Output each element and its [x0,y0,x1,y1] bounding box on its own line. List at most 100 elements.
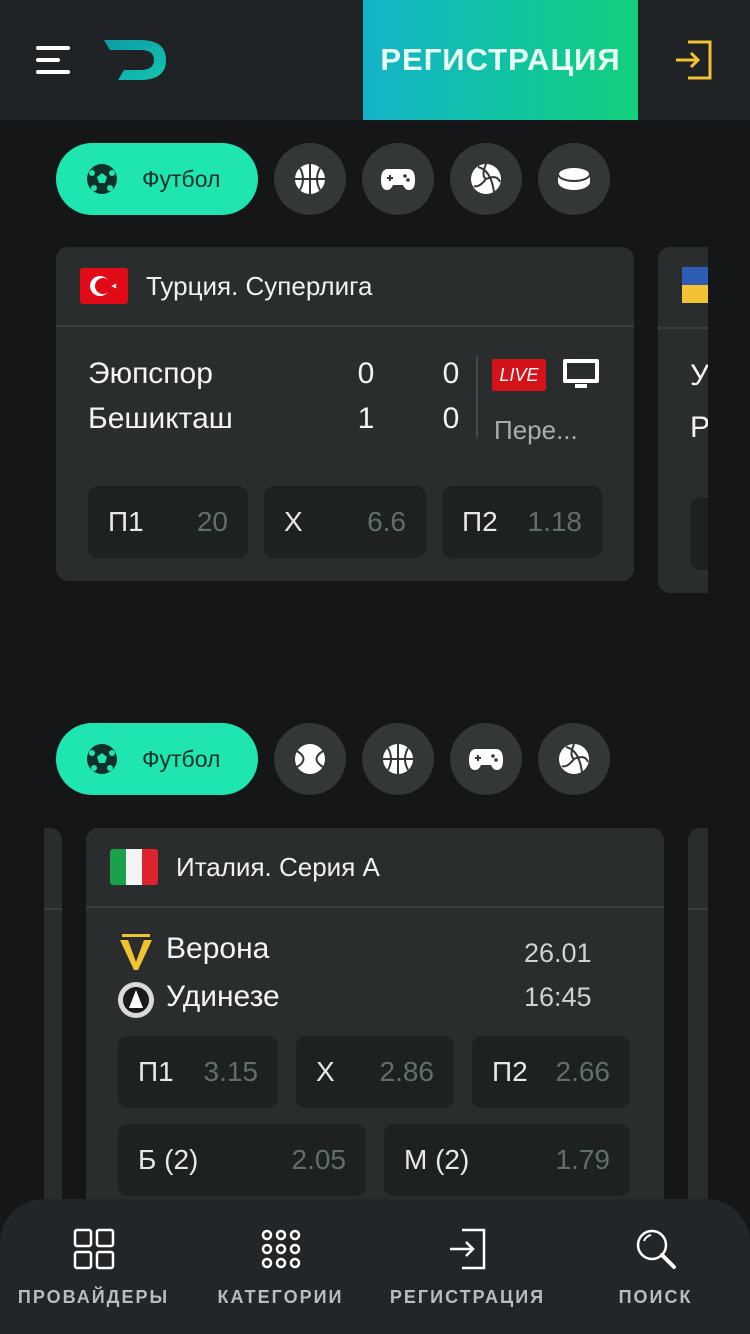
odd-p2[interactable]: П2 1.18 [442,486,602,558]
soccer-ball-icon [87,164,117,194]
chip-label: Футбол [142,745,221,772]
tennis-ball-icon [295,744,325,774]
match-card-next[interactable] [688,828,708,1208]
top-header: РЕГИСТРАЦИЯ [0,0,750,120]
odd-value: 2.05 [291,1144,347,1175]
nav-search[interactable]: ПОИСК [562,1199,749,1334]
ukraine-flag-icon [682,267,708,303]
basketball-icon [383,744,413,774]
login-icon [676,40,712,80]
score-away-period: 0 [442,402,460,435]
match-card-prev[interactable] [44,828,62,1208]
odd-label: П1 [138,1056,174,1087]
divider [44,908,62,910]
score-away-total: 1 [357,402,375,435]
chip-football[interactable]: Футбол [56,723,258,795]
odd-value: 3.15 [203,1056,259,1087]
chip-label: Футбол [142,165,221,192]
team-home: Верона [166,932,270,965]
login-icon [449,1228,485,1270]
team-away: Бешикташ [88,402,233,435]
italy-flag-icon [110,849,158,885]
odd-value: 1.18 [527,506,583,537]
udinese-logo-icon [118,982,154,1018]
team-away: Удинезе [166,980,280,1013]
team-home: Эюпспор [88,357,213,390]
nav-label: РЕГИСТРАЦИЯ [389,1287,546,1307]
score-home-total: 0 [357,357,375,390]
odd-p1[interactable] [690,498,708,570]
bottom-navigation: ПРОВАЙДЕРЫ КАТЕГОРИИ РЕГИСТРАЦИЯ ПОИСК [0,1199,750,1334]
gamepad-icon [381,169,415,190]
chip-esports[interactable] [450,723,522,795]
match-card-next[interactable]: У Р [658,247,708,593]
nav-label: КАТЕГОРИИ [217,1287,344,1307]
nav-label: ПРОВАЙДЕРЫ [17,1287,170,1307]
divider [476,357,478,437]
turkey-flag-icon [80,268,128,304]
odd-value: 20 [196,506,228,537]
hockey-puck-icon [557,166,591,190]
volleyball-icon [471,163,501,194]
chip-volleyball[interactable] [538,723,610,795]
soccer-ball-icon [87,744,117,774]
odd-value: 2.86 [379,1056,435,1087]
score-home-period: 0 [442,357,460,390]
match-card[interactable]: Италия. Серия А Верона Удинезе 26.01 16:… [86,828,664,1208]
chip-tennis[interactable] [274,723,346,795]
nav-categories[interactable]: КАТЕГОРИИ [187,1199,374,1334]
login-button[interactable] [638,0,750,120]
odd-x[interactable]: X 6.6 [264,486,426,558]
broadcast-icon[interactable] [562,358,600,390]
search-icon [636,1229,676,1269]
verona-logo-icon [120,934,152,970]
odd-value: 2.66 [555,1056,611,1087]
team-away: Р [690,411,708,444]
sport-filter-bar: Футбол [56,143,610,215]
divider [688,908,708,910]
chip-esports[interactable] [362,143,434,215]
nav-providers[interactable]: ПРОВАЙДЕРЫ [0,1199,187,1334]
league-header: Италия. Серия А [86,828,664,908]
odd-x[interactable]: X 2.86 [296,1036,454,1108]
menu-icon[interactable] [36,46,70,74]
odd-label: X [284,506,303,537]
league-name: Италия. Серия А [176,851,380,882]
gamepad-icon [469,749,503,770]
dots-grid-icon [261,1229,300,1269]
odd-p1[interactable]: П1 20 [88,486,248,558]
logo-icon[interactable] [100,34,170,86]
league-header: Турция. Суперлига [56,247,634,327]
league-name: Турция. Суперлига [146,270,373,301]
match-card[interactable]: Турция. Суперлига Эюпспор Бешикташ 0 0 1… [56,247,634,581]
odd-total-over[interactable]: Б (2) 2.05 [118,1124,366,1196]
register-button[interactable]: РЕГИСТРАЦИЯ [363,0,638,120]
nav-label: ПОИСК [618,1287,693,1307]
odd-value: 6.6 [367,506,406,537]
nav-register[interactable]: РЕГИСТРАЦИЯ [374,1199,561,1334]
live-badge: LIVE [492,359,546,391]
match-time: 16:45 [524,982,592,1012]
chip-football[interactable]: Футбол [56,143,258,215]
odd-label: М (2) [404,1144,470,1175]
chip-volleyball[interactable] [450,143,522,215]
chip-basketball[interactable] [274,143,346,215]
odd-value: 1.79 [555,1144,611,1175]
volleyball-icon [559,743,589,774]
odd-label: П2 [462,506,498,537]
odd-label: Б (2) [138,1144,199,1175]
odd-label: П1 [108,506,144,537]
grid-icon [73,1228,114,1270]
chip-basketball[interactable] [362,723,434,795]
basketball-icon [295,164,325,194]
divider [658,327,708,329]
odd-label: П2 [492,1056,528,1087]
chip-hockey[interactable] [538,143,610,215]
odd-total-under[interactable]: М (2) 1.79 [384,1124,630,1196]
match-date: 26.01 [524,938,592,968]
broadcast-label: Пере... [494,415,578,445]
odd-p2[interactable]: П2 2.66 [472,1036,630,1108]
odd-label: X [316,1056,335,1087]
odd-p1[interactable]: П1 3.15 [118,1036,278,1108]
team-home: У [690,359,708,392]
